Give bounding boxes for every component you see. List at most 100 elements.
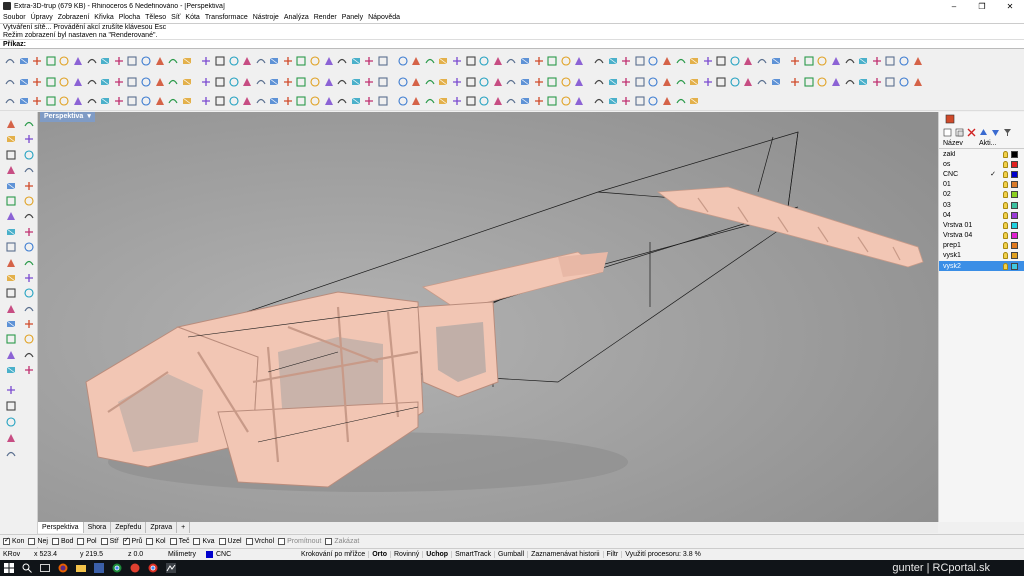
render-preview-icon[interactable]	[377, 55, 389, 67]
explode-icon[interactable]	[451, 76, 463, 88]
flag-icon[interactable]	[140, 95, 152, 107]
show-icon[interactable]	[181, 95, 193, 107]
lightbulb-icon[interactable]	[1003, 262, 1008, 270]
copy-object-icon[interactable]	[478, 55, 490, 67]
viewport-dropdown-icon[interactable]: ▾	[87, 113, 91, 120]
menu-zobrazeni[interactable]: Zobrazení	[58, 14, 90, 21]
flow-icon[interactable]	[86, 95, 98, 107]
scale-icon[interactable]	[23, 257, 35, 269]
material-icon[interactable]	[350, 55, 362, 67]
layer-row[interactable]: vysk1	[939, 251, 1024, 261]
color-icon[interactable]	[58, 76, 70, 88]
pan-icon[interactable]	[126, 55, 138, 67]
array-icon[interactable]	[23, 272, 35, 284]
copy-icon[interactable]	[86, 55, 98, 67]
environment-icon[interactable]	[410, 55, 422, 67]
select-icon[interactable]	[898, 76, 910, 88]
analyze-icon[interactable]	[363, 95, 375, 107]
hide-icon[interactable]	[661, 55, 673, 67]
split-icon[interactable]	[492, 76, 504, 88]
flow-icon[interactable]	[573, 55, 585, 67]
layer-row[interactable]: 04	[939, 210, 1024, 220]
rotate-view-icon[interactable]	[789, 76, 801, 88]
select-icon[interactable]	[688, 95, 700, 107]
zoom-selected-icon[interactable]	[200, 55, 212, 67]
color-icon[interactable]	[336, 55, 348, 67]
ungroup-icon[interactable]	[424, 76, 436, 88]
move-icon[interactable]	[465, 55, 477, 67]
menu-kota[interactable]: Kóta	[185, 14, 199, 21]
show-icon[interactable]	[397, 76, 409, 88]
transform-icon[interactable]	[167, 76, 179, 88]
lock-icon[interactable]	[154, 95, 166, 107]
arc-icon[interactable]	[23, 149, 35, 161]
freeform-icon[interactable]	[23, 180, 35, 192]
column-active[interactable]: Akti...	[979, 140, 997, 147]
mirror-icon[interactable]	[519, 55, 531, 67]
point-icon[interactable]	[323, 55, 335, 67]
import-icon[interactable]	[702, 76, 714, 88]
osnap-vrchol[interactable]: Vrchol	[245, 537, 274, 545]
print-icon[interactable]	[688, 76, 700, 88]
align-icon[interactable]	[546, 55, 558, 67]
new-sublayer-icon[interactable]	[955, 128, 964, 137]
move-layer-down-icon[interactable]	[991, 128, 1000, 137]
lightbulb-icon[interactable]	[1003, 221, 1008, 229]
join-icon[interactable]	[255, 95, 267, 107]
ellipse-icon[interactable]	[5, 364, 17, 376]
paste-icon[interactable]	[742, 76, 754, 88]
status-toggle-button[interactable]: Gumball	[495, 551, 529, 558]
scale-icon[interactable]	[18, 95, 30, 107]
ellipse-icon[interactable]	[5, 164, 17, 176]
zoom-icon[interactable]	[803, 76, 815, 88]
measure-icon[interactable]	[871, 55, 883, 67]
layer-color-swatch[interactable]	[1011, 170, 1018, 178]
align-icon[interactable]	[268, 76, 280, 88]
osnap-nej[interactable]: Nej	[28, 537, 48, 545]
print-icon[interactable]	[478, 95, 490, 107]
explode-icon[interactable]	[241, 95, 253, 107]
cplane-icon[interactable]	[884, 76, 896, 88]
import-icon[interactable]	[492, 95, 504, 107]
layer-row[interactable]: 02	[939, 190, 1024, 200]
osnap-checkbox[interactable]	[193, 537, 201, 545]
point-icon[interactable]	[23, 318, 35, 330]
layer-icon[interactable]	[282, 55, 294, 67]
group-icon[interactable]	[410, 76, 422, 88]
fillet-icon[interactable]	[816, 55, 828, 67]
menu-panely[interactable]: Panely	[342, 14, 363, 21]
new-file-icon[interactable]	[647, 76, 659, 88]
lasso-icon[interactable]	[912, 76, 924, 88]
join-icon[interactable]	[742, 55, 754, 67]
status-toggle-button[interactable]: SmartTrack	[452, 551, 495, 558]
move-icon[interactable]	[23, 241, 35, 253]
measure-icon[interactable]	[593, 76, 605, 88]
osnap-checkbox[interactable]	[169, 537, 177, 545]
ungroup-icon[interactable]	[214, 95, 226, 107]
chamfer-icon[interactable]	[546, 76, 558, 88]
show-icon[interactable]	[675, 55, 687, 67]
osnap-bod[interactable]: Bod	[51, 537, 73, 545]
scale-icon[interactable]	[228, 76, 240, 88]
osnap-kva[interactable]: Kva	[193, 537, 215, 545]
select-icon[interactable]	[255, 55, 267, 67]
osnap-checkbox[interactable]	[122, 537, 130, 545]
zoom-selected-icon[interactable]	[634, 95, 646, 107]
osnap-stř[interactable]: Stř	[100, 537, 119, 545]
mesh-icon[interactable]	[5, 448, 17, 460]
zoom-icon[interactable]	[154, 55, 166, 67]
flag-icon[interactable]	[634, 55, 646, 67]
bend-icon[interactable]	[113, 95, 125, 107]
sun-icon[interactable]	[397, 55, 409, 67]
osnap-kol[interactable]: Kol	[146, 537, 166, 545]
material-icon[interactable]	[72, 76, 84, 88]
osnap-teč[interactable]: Teč	[169, 537, 189, 545]
split-icon[interactable]	[770, 55, 782, 67]
taper-icon[interactable]	[336, 76, 348, 88]
offset-icon[interactable]	[519, 76, 531, 88]
select-points-icon[interactable]	[5, 318, 17, 330]
rectangle-icon[interactable]	[23, 164, 35, 176]
rotate-view-icon[interactable]	[140, 55, 152, 67]
move-layer-up-icon[interactable]	[979, 128, 988, 137]
column-name[interactable]: Název	[943, 140, 979, 147]
